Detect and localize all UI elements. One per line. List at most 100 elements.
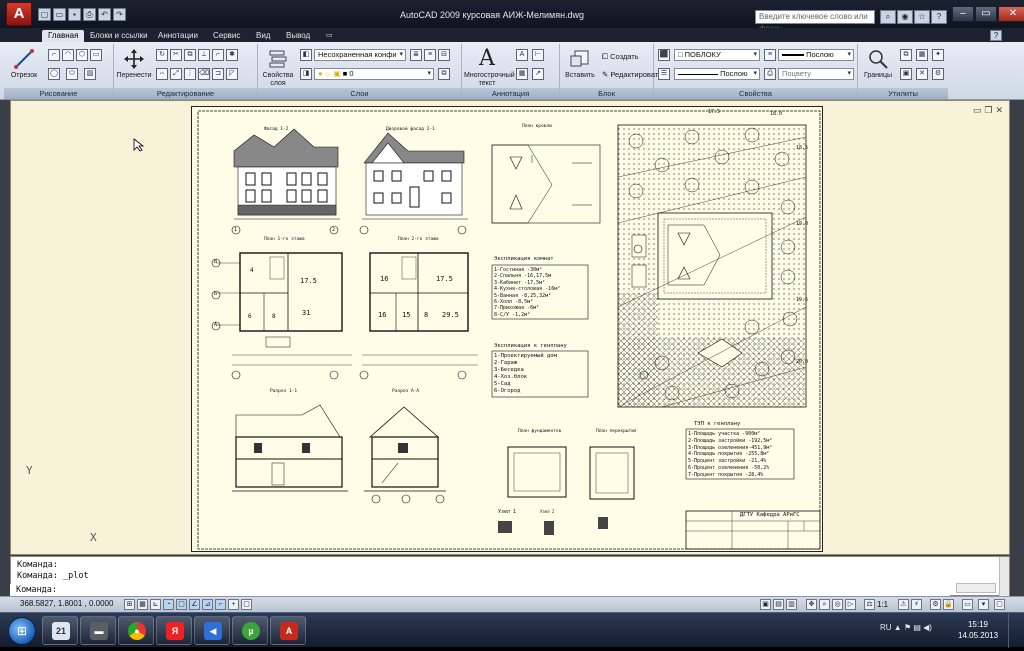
tab-tools[interactable]: Сервис <box>213 30 240 42</box>
panel-modify-title[interactable]: Редактирование <box>114 88 257 99</box>
taskbar-chrome[interactable]: ● <box>118 616 154 645</box>
maximize-button[interactable]: ▭ <box>975 6 997 22</box>
clean-screen-icon[interactable]: ▭ <box>962 599 973 610</box>
cursor-coordinates[interactable]: 368.5827, 1.8001 , 0.0000 <box>20 599 113 608</box>
status-menu-icon[interactable]: ▾ <box>978 599 989 610</box>
undo-icon[interactable]: ↶ <box>98 8 111 21</box>
object-snap-tracking-icon[interactable]: ∠ <box>189 599 200 610</box>
bounds-button[interactable]: Границы <box>858 48 898 88</box>
fillet-icon[interactable]: ⌐ <box>212 49 224 61</box>
purge-icon[interactable]: ✕ <box>916 68 928 80</box>
annotation-scale-value[interactable]: 1:1 <box>877 600 888 609</box>
lineweight-select[interactable]: Послою <box>778 49 854 61</box>
line-button[interactable]: Отрезок <box>4 48 44 88</box>
app-menu-button[interactable]: A <box>6 2 32 26</box>
rectangle-icon[interactable]: ▭ <box>90 49 102 61</box>
calculator-icon[interactable]: ▦ <box>916 49 928 61</box>
layer-previous-icon[interactable]: ≡ <box>424 49 436 61</box>
linetype-select[interactable]: Послою <box>674 68 760 80</box>
layout-icon[interactable]: ▤ <box>773 599 784 610</box>
annotation-scale-icon[interactable]: ⚖ <box>864 599 875 610</box>
panel-utilities-title[interactable]: Утилиты <box>858 88 948 99</box>
tab-annotations[interactable]: Аннотации <box>158 30 198 42</box>
panel-properties-title[interactable]: Свойства <box>654 88 857 99</box>
model-space[interactable]: ▭ ❐ ✕ Y X Фасад 1-2 Дворовой фасад 2-1 П… <box>10 100 1010 639</box>
trim-icon[interactable]: ✂ <box>170 49 182 61</box>
erase-icon[interactable]: ⌫ <box>198 68 210 80</box>
rotate-icon[interactable]: ↻ <box>156 49 168 61</box>
mtext-button[interactable]: A Многострочный текст <box>464 48 515 88</box>
steering-wheel-icon[interactable]: ◎ <box>832 599 843 610</box>
plotstyle-select[interactable]: Поцвету <box>778 68 854 80</box>
panel-annotation-title[interactable]: Аннотация <box>462 88 559 99</box>
workspace-icon[interactable]: ⚙ <box>930 599 941 610</box>
ortho-mode-icon[interactable]: ⊾ <box>150 599 161 610</box>
tray-expand-icon[interactable]: ▲ <box>894 623 904 632</box>
insert-block-button[interactable]: Вставить <box>560 48 600 88</box>
taskbar-autocad[interactable]: A <box>270 616 306 645</box>
fullscreen-icon[interactable]: ▢ <box>994 599 1005 610</box>
panel-block-title[interactable]: Блок <box>560 88 653 99</box>
tab-home[interactable]: Главная <box>42 30 85 42</box>
close-button[interactable]: ✕ <box>998 6 1024 22</box>
hatch-icon[interactable]: ▨ <box>84 68 96 80</box>
search-input[interactable]: Введите ключевое слово или фразу <box>755 10 875 33</box>
grid-mode-icon[interactable]: ▦ <box>137 599 148 610</box>
settings-icon[interactable]: ⚙ <box>932 68 944 80</box>
move-button[interactable]: Перенести <box>114 48 154 88</box>
horizontal-scrollbar[interactable] <box>956 583 996 593</box>
zoom-icon[interactable]: ⌕ <box>819 599 830 610</box>
stretch-icon[interactable]: ⇔ <box>156 68 168 80</box>
offset-icon[interactable]: ⊐ <box>212 68 224 80</box>
lineweight-toggle-icon[interactable]: + <box>228 599 239 610</box>
arc-icon[interactable]: ◠ <box>62 49 74 61</box>
save-icon[interactable]: ▪ <box>68 8 81 21</box>
lineweight-icon[interactable]: ≡ <box>764 49 776 61</box>
polyline-icon[interactable]: ⌐ <box>48 49 60 61</box>
taskbar-calendar[interactable]: 21 <box>42 616 78 645</box>
layer-state-select[interactable]: Несохраненная конфи <box>314 49 406 61</box>
layer-manager-icon[interactable]: ◨ <box>300 68 312 80</box>
open-icon[interactable]: ▭ <box>53 8 66 21</box>
network-icon[interactable]: ▤ <box>913 623 923 632</box>
dynamic-input-icon[interactable]: ⌐ <box>215 599 226 610</box>
create-block-button[interactable]: ⧠ Создать <box>602 52 639 62</box>
drawing-restore-icon[interactable]: ❐ <box>984 105 992 116</box>
auto-scale-icon[interactable]: ⚡ <box>911 599 922 610</box>
select-all-icon[interactable]: ▣ <box>900 68 912 80</box>
single-text-icon[interactable]: A <box>516 49 528 61</box>
layer-properties-button[interactable]: Свойства слоя <box>258 48 298 88</box>
showmotion-icon[interactable]: ▷ <box>845 599 856 610</box>
list-icon[interactable]: ☰ <box>658 68 670 80</box>
dimension-icon[interactable]: ⊢ <box>532 49 544 61</box>
dynamic-ucs-icon[interactable]: ⊿ <box>202 599 213 610</box>
infocenter-icon[interactable]: ◉ <box>897 10 913 24</box>
scale-icon[interactable]: ⤢ <box>170 68 182 80</box>
show-desktop-button[interactable] <box>1008 613 1024 648</box>
circle-icon[interactable]: ◯ <box>48 68 60 80</box>
model-space-icon[interactable]: ▣ <box>760 599 771 610</box>
taskbar-explorer[interactable]: ▬ <box>80 616 116 645</box>
print-icon[interactable]: ⎙ <box>83 8 96 21</box>
object-snap-icon[interactable]: ▢ <box>176 599 187 610</box>
taskbar-audio[interactable]: ◀ <box>194 616 230 645</box>
tab-blocks[interactable]: Блоки и ссылки <box>90 30 148 42</box>
layer-state-icon[interactable]: ◧ <box>300 49 312 61</box>
snap-mode-icon[interactable]: ⊞ <box>124 599 135 610</box>
mirror-icon[interactable]: ⟂ <box>198 49 210 61</box>
minimize-button[interactable]: – <box>952 6 974 22</box>
panel-draw-title[interactable]: Рисование <box>4 88 113 99</box>
ellipse-icon[interactable]: ⬭ <box>66 68 78 80</box>
explode-icon[interactable]: ✱ <box>226 49 238 61</box>
layer-walk-icon[interactable]: ⧉ <box>438 68 450 80</box>
command-input[interactable]: Команда: <box>10 584 950 596</box>
help-icon[interactable]: ? <box>931 10 947 24</box>
binoculars-icon[interactable]: ⌕ <box>880 10 896 24</box>
quick-properties-icon[interactable]: ▢ <box>241 599 252 610</box>
drawing-sheet[interactable]: Фасад 1-2 Дворовой фасад 2-1 План кровли… <box>191 106 823 552</box>
tab-view[interactable]: Вид <box>256 30 270 42</box>
redo-icon[interactable]: ↷ <box>113 8 126 21</box>
new-icon[interactable]: ▢ <box>38 8 51 21</box>
flag-icon[interactable]: ⚑ <box>904 623 913 632</box>
ribbon-collapse-icon[interactable]: ▭ <box>326 30 333 42</box>
